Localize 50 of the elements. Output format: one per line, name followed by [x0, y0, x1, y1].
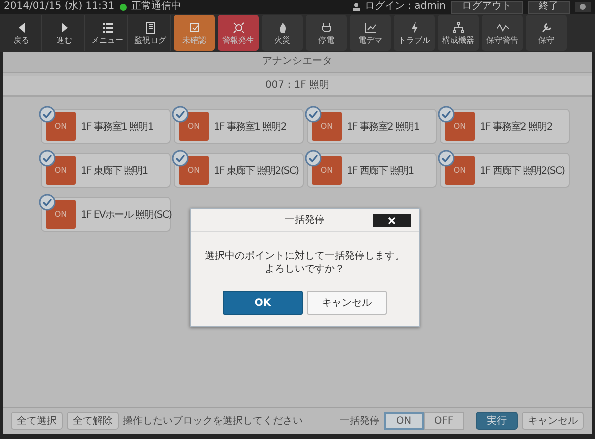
login-user: ログイン : admin	[364, 1, 446, 13]
point-name: 1F 西廊下 照明1	[347, 164, 414, 178]
point-name: 1F 事務室1 照明2	[214, 120, 286, 134]
point-tile[interactable]: ON 1F 事務室1 照明2	[174, 109, 304, 144]
point-tile[interactable]: ON 1F 西廊下 照明2(SC)	[440, 153, 570, 188]
toolbar-button[interactable]: 停電	[306, 15, 347, 51]
cancel-button[interactable]: キャンセル	[522, 412, 584, 430]
toolbar-button[interactable]: 電デマ	[350, 15, 391, 51]
point-tile[interactable]: ON 1F 東廊下 照明2(SC)	[174, 153, 304, 188]
toolbar-button[interactable]: 火災	[262, 15, 303, 51]
select-all-button[interactable]: 全て選択	[11, 412, 63, 430]
toolbar-button[interactable]: 戻る	[2, 15, 42, 51]
toolbar-button[interactable]: 進む	[45, 15, 85, 51]
point-tile[interactable]: ON 1F 事務室2 照明1	[307, 109, 437, 144]
dialog-message: よろしいですか？	[265, 263, 345, 276]
page-title: アナンシエータ	[3, 52, 592, 73]
point-name: 1F 事務室2 照明2	[480, 120, 552, 134]
toolbar-button[interactable]: 構成機器	[438, 15, 479, 51]
toolbar-button[interactable]: 保守	[526, 15, 567, 51]
point-tile[interactable]: ON 1F 西廊下 照明1	[307, 153, 437, 188]
ok-button[interactable]: OK	[223, 291, 303, 315]
mode-label: 一括発停	[340, 415, 380, 428]
toolbar-button[interactable]: 監視ログ	[131, 15, 171, 51]
point-name: 1F 事務室1 照明1	[81, 120, 154, 134]
clear-all-button[interactable]: 全て解除	[67, 412, 119, 430]
point-name: 1F 東廊下 照明1	[81, 164, 148, 178]
point-tile[interactable]: ON 1F 東廊下 照明1	[41, 153, 171, 188]
date-time: 2014/01/15 (水) 11:31	[4, 1, 115, 13]
toolbar-button[interactable]: 警報発生	[218, 15, 259, 51]
point-tile[interactable]: ON 1F EVホール 照明(SC)	[41, 197, 171, 232]
mode-toggle[interactable]: OFF	[424, 412, 464, 430]
point-name: 1F EVホール 照明(SC)	[81, 208, 172, 222]
cancel-button[interactable]: キャンセル	[307, 291, 387, 315]
point-tile[interactable]: ON 1F 事務室1 照明1	[41, 109, 171, 144]
execute-button[interactable]: 実行	[476, 412, 518, 430]
hint-text: 操作したいブロックを選択してください	[123, 414, 303, 428]
point-tile[interactable]: ON 1F 事務室2 照明2	[440, 109, 570, 144]
point-name: 1F 事務室2 照明1	[347, 120, 420, 134]
connection-status: 正常通信中	[132, 1, 182, 13]
mode-toggle[interactable]: ON	[384, 412, 424, 430]
group-title: 007 : 1F 照明	[3, 76, 592, 97]
toolbar-button[interactable]: メニュー	[88, 15, 128, 51]
dialog-message: 選択中のポイントに対して一括発停します。	[205, 250, 405, 263]
point-name: 1F 東廊下 照明2(SC)	[214, 164, 299, 178]
point-name: 1F 西廊下 照明2(SC)	[480, 164, 565, 178]
toolbar-button[interactable]: 保守警告	[482, 15, 523, 51]
toolbar-button[interactable]: トラブル	[394, 15, 435, 51]
dialog-title: 一括発停	[285, 214, 325, 227]
top-button[interactable]: ログアウト	[451, 0, 523, 14]
top-button[interactable]: 終了	[528, 0, 570, 14]
